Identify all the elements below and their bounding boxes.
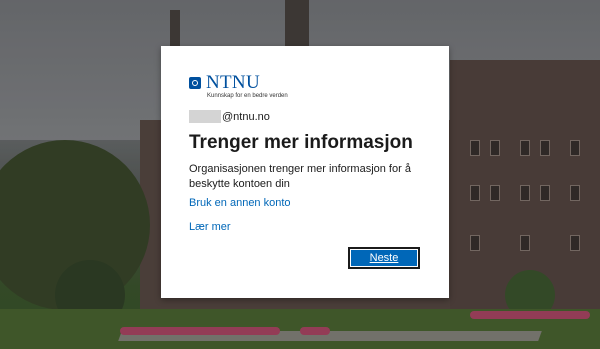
next-button[interactable]: Neste <box>348 247 420 269</box>
page-title: Trenger mer informasjon <box>189 132 413 153</box>
account-email-domain: @ntnu.no <box>222 110 270 123</box>
page-description: Organisasjonen trenger mer informasjon f… <box>189 163 411 190</box>
redacted-username <box>189 110 221 123</box>
signin-card: NTNU Kunnskap for en bedre verden @ntnu.… <box>161 46 449 298</box>
ntnu-logo-icon <box>189 77 201 89</box>
use-other-account-link[interactable]: Bruk en annen konto <box>189 197 291 209</box>
org-logo-text: NTNU <box>206 72 260 93</box>
org-tagline: Kunnskap for en bedre verden <box>207 93 288 99</box>
learn-more-link[interactable]: Lær mer <box>189 221 231 233</box>
org-logo: NTNU <box>189 72 260 93</box>
account-identity: @ntnu.no <box>189 110 270 123</box>
